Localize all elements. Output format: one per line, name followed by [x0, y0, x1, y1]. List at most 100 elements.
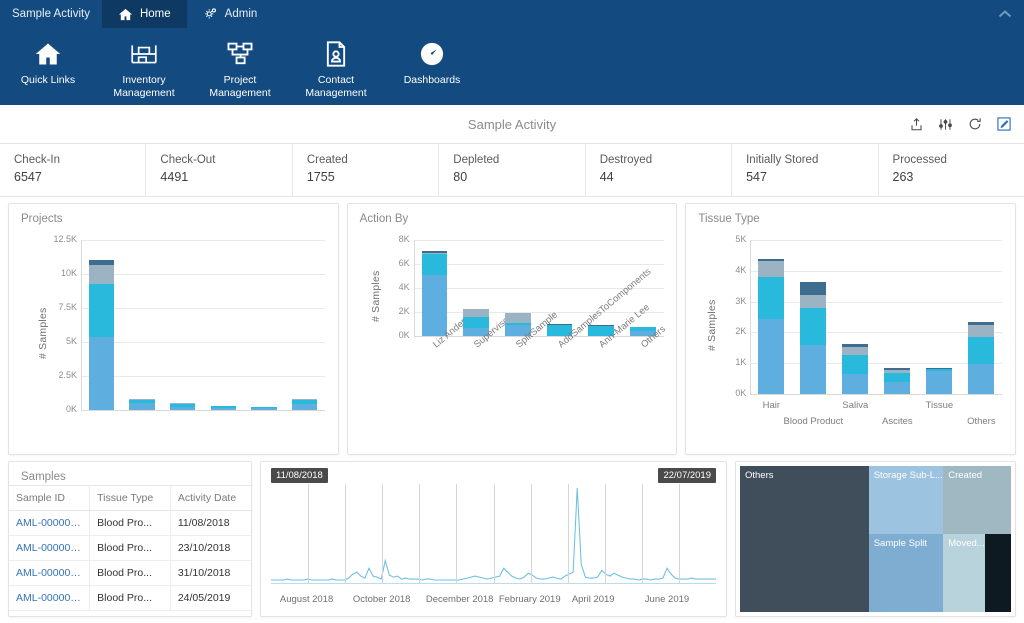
chevron-up-icon[interactable]: [996, 6, 1014, 22]
gridline: [419, 484, 421, 584]
tissue-type-bar-chart[interactable]: # Samples 0K 1K 2K 3K 4K 5K Hair Blood Product Sa…: [686, 204, 1016, 456]
action-by-bar-chart[interactable]: # Samples 0K 2K 4K 6K 8K Liz Anderson Superviso…: [348, 204, 678, 456]
y-axis-tick: 10K: [60, 268, 77, 278]
activity-timeline-card[interactable]: 11/08/2018 22/07/2019 August 2018 October…: [260, 461, 727, 617]
y-axis-tick: 12.5K: [53, 234, 77, 244]
kpi-label: Check-Out: [160, 154, 216, 166]
table-row[interactable]: AML-00000000000...Blood Pro...23/10/2018: [9, 535, 251, 561]
refresh-icon[interactable]: [966, 116, 983, 133]
bar[interactable]: [842, 344, 869, 394]
table-row[interactable]: AML-00000000000...Blood Pro...31/10/2018: [9, 560, 251, 586]
kpi-card[interactable]: Check-Out 4491: [146, 144, 293, 196]
bar[interactable]: [926, 367, 953, 394]
bar[interactable]: [758, 259, 785, 394]
bar-segment: [88, 336, 114, 410]
y-axis-tick: 0K: [398, 330, 410, 340]
gridline: [750, 240, 1003, 241]
edit-icon[interactable]: [995, 116, 1012, 133]
column-header[interactable]: Sample ID: [9, 485, 91, 511]
kpi-card[interactable]: Destroyed 44: [586, 144, 733, 196]
y-axis-tick: 0K: [65, 404, 77, 414]
ribbon-item-dashboards[interactable]: Dashboards: [384, 34, 480, 87]
range-end-badge[interactable]: 22/07/2019: [658, 468, 716, 483]
timeline-tick-label: October 2018: [352, 594, 411, 605]
samples-table[interactable]: Sample ID Tissue Type Activity Date AML-00…: [9, 485, 251, 611]
x-axis-line: [750, 394, 1003, 395]
sample-id-link[interactable]: AML-00000000000...: [9, 585, 91, 611]
bar[interactable]: [884, 368, 911, 394]
bar[interactable]: [421, 250, 448, 336]
home-icon: [118, 7, 133, 22]
gridline: [750, 332, 1003, 334]
treemap-tile[interactable]: Sample Split: [868, 533, 944, 612]
range-start-badge[interactable]: 11/08/2018: [271, 468, 328, 483]
treemap-tile[interactable]: Storage Sub-L...: [868, 466, 944, 534]
ribbon-item-label: Quick Links: [20, 74, 76, 86]
sample-id-link[interactable]: AML-00000000000...: [9, 535, 91, 561]
bar-segment: [210, 407, 236, 410]
kpi-card[interactable]: Initially Stored 547: [732, 144, 879, 196]
bar-segment: [88, 283, 114, 337]
bar[interactable]: [170, 402, 196, 410]
bar[interactable]: [88, 259, 114, 410]
bar-segment: [251, 408, 277, 410]
kpi-card[interactable]: Processed 263: [879, 144, 1024, 196]
ribbon-item-contact-management[interactable]: Contact Management: [288, 34, 384, 100]
export-icon[interactable]: [908, 116, 925, 133]
treemap-tile[interactable]: Moved...: [943, 533, 986, 612]
dashboard-toolbar: [908, 105, 1012, 143]
gridline: [413, 240, 664, 241]
gridline: [81, 240, 325, 241]
treemap-tile-label: Sample Split: [873, 537, 928, 549]
ribbon-item-label: Dashboards: [403, 74, 461, 86]
kpi-card[interactable]: Check-In 6547: [0, 144, 147, 196]
timeline-plot[interactable]: [271, 484, 716, 584]
sample-id-link[interactable]: AML-00000000000...: [9, 510, 91, 536]
bar-segment: [758, 318, 785, 394]
bar[interactable]: [210, 405, 236, 410]
x-axis-tick: Hair: [762, 400, 781, 411]
bar[interactable]: [968, 321, 995, 394]
timeline-tick-label: April 2019: [571, 594, 615, 605]
tab-sample-activity[interactable]: Sample Activity: [0, 0, 102, 28]
kpi-value: 4491: [160, 170, 189, 184]
y-axis-tick: 2K: [735, 326, 747, 337]
bar-segment: [842, 347, 869, 355]
bar-segment: [842, 373, 869, 394]
ribbon-item-quick-links[interactable]: Quick Links: [0, 34, 96, 87]
treemap-tile-label: [985, 534, 1011, 538]
treemap-tile[interactable]: Others: [740, 466, 869, 612]
kpi-card[interactable]: Created 1755: [293, 144, 440, 196]
gridline: [81, 376, 325, 377]
treemap-tile[interactable]: Created: [943, 466, 1011, 534]
ribbon-item-project-management[interactable]: Project Management: [192, 34, 288, 100]
filter-icon[interactable]: [937, 116, 954, 133]
bar[interactable]: [129, 398, 155, 410]
bar-segment: [504, 313, 531, 323]
table-row[interactable]: AML-00000000000...Blood Pro...11/08/2018: [9, 510, 251, 536]
y-axis-tick: 2.5K: [58, 370, 77, 380]
shelf-icon: [129, 38, 159, 70]
gridline: [456, 484, 458, 584]
tissue-type-cell: Blood Pro...: [89, 585, 171, 611]
column-header[interactable]: Tissue Type: [89, 485, 171, 511]
bar[interactable]: [800, 281, 827, 394]
y-axis-tick: 8K: [398, 234, 410, 244]
treemap-tile[interactable]: [985, 533, 1011, 612]
gridline: [413, 312, 664, 313]
sample-id-link[interactable]: AML-00000000000...: [9, 560, 91, 586]
table-row[interactable]: AML-00000000000...Blood Pro...24/05/2019: [9, 585, 251, 611]
bar[interactable]: [292, 398, 318, 410]
bar[interactable]: [251, 406, 277, 410]
tab-home[interactable]: Home: [101, 0, 187, 28]
tab-admin[interactable]: Admin: [187, 0, 274, 28]
kpi-card[interactable]: Depleted 80: [439, 144, 586, 196]
projects-bar-chart[interactable]: # Samples 0K 2.5K 5K 7.5K 10K 12.5K: [9, 204, 339, 456]
bar-segment: [463, 317, 490, 328]
ribbon-item-inventory-management[interactable]: Inventory Management: [96, 34, 192, 100]
action-treemap[interactable]: Others Storage Sub-L... Created Sample Spli…: [740, 466, 1011, 612]
column-header[interactable]: Activity Date: [170, 485, 251, 511]
gridline: [567, 484, 569, 584]
treemap-tile-label: Storage Sub-L...: [873, 470, 943, 481]
gridline: [345, 484, 347, 584]
